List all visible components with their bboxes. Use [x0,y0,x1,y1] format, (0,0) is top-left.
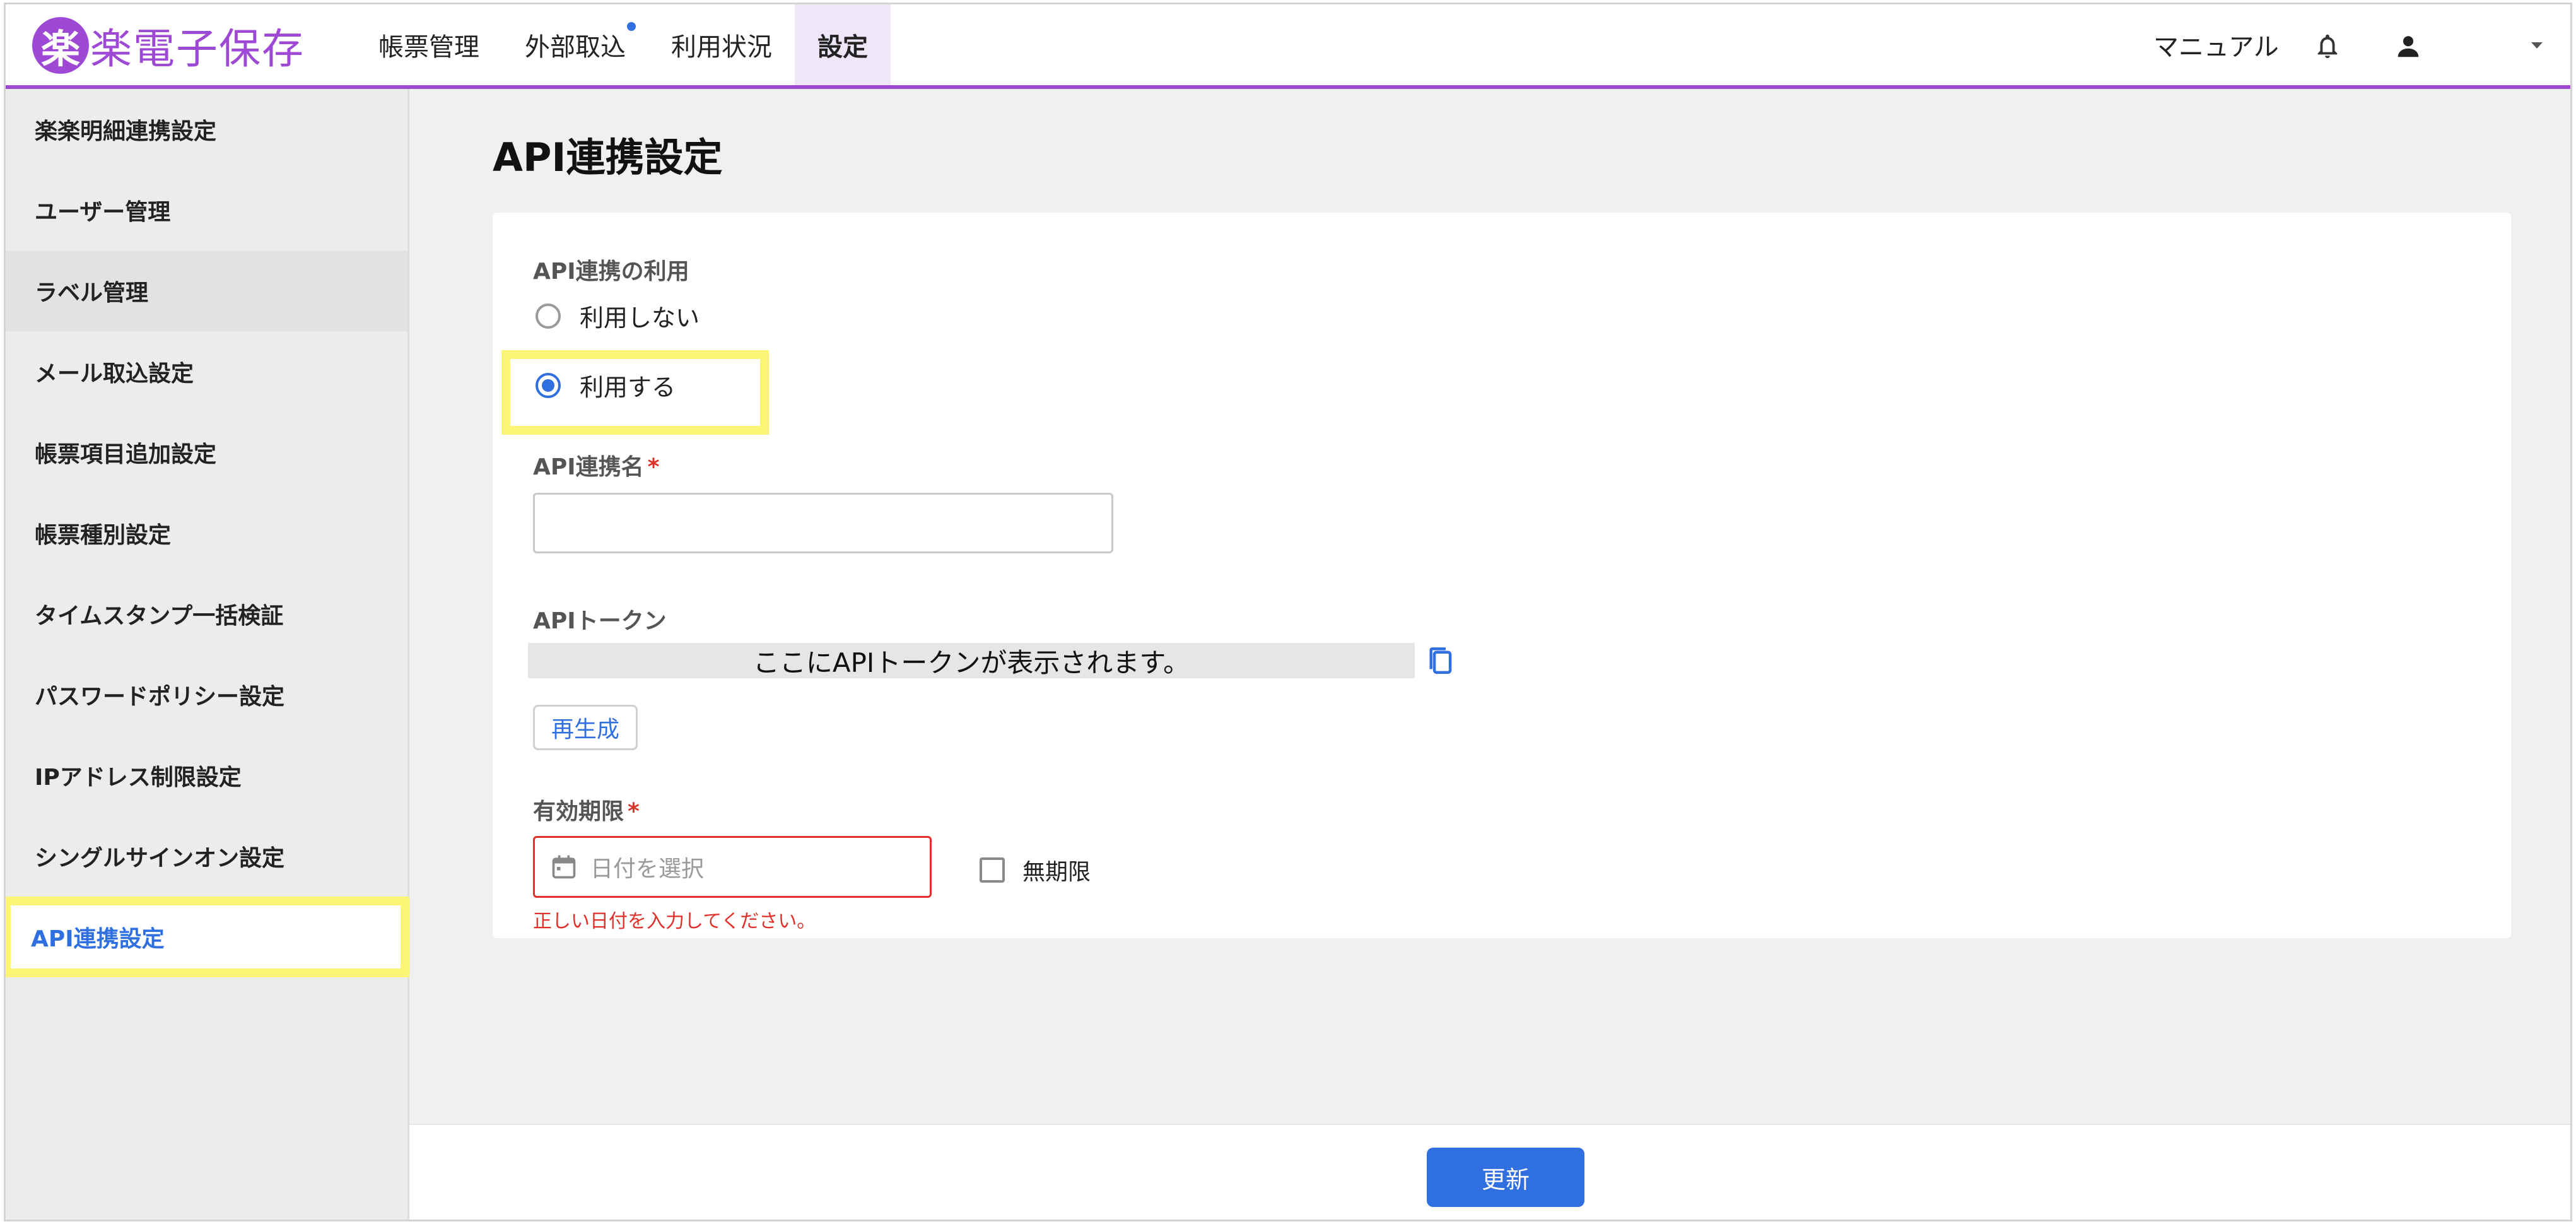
nav-label: 利用状況 [671,33,772,62]
sidebar-item-label: 帳票項目追加設定 [35,442,217,468]
regenerate-button[interactable]: 再生成 [533,705,638,750]
sidebar-item-label: API連携設定 [31,926,165,952]
main-content: API連携設定 API連携の利用 利用しない 利用する API連携名 * APIト… [409,89,2570,1124]
radio-not-use[interactable] [536,303,561,329]
no-limit-checkbox[interactable] [980,857,1005,883]
api-token-display: ここにAPIトークンが表示されます。 [528,643,1415,678]
radio-option-use[interactable]: 利用する [536,368,676,403]
sidebar-item-mail-import[interactable]: メール取込設定 [6,331,407,412]
sidebar-item-sso[interactable]: シングルサインオン設定 [6,816,407,897]
expiry-date-input[interactable]: 日付を選択 [533,836,932,898]
sidebar-item-label: IPアドレス制限設定 [35,765,242,791]
sidebar-item-label: 帳票種別設定 [35,522,172,548]
sidebar-item-password-policy[interactable]: パスワードポリシー設定 [6,654,407,735]
nav-item-usage[interactable]: 利用状況 [648,4,795,85]
sidebar-item-label: ラベル管理 [35,280,149,306]
sidebar-item-label: 楽楽明細連携設定 [35,119,217,144]
nav-label: 設定 [817,33,868,62]
sidebar-item-document-types[interactable]: 帳票種別設定 [6,493,407,574]
sidebar-item-label: パスワードポリシー設定 [35,684,285,710]
sidebar-item-document-fields[interactable]: 帳票項目追加設定 [6,412,407,493]
footer-bar: 更新 [409,1124,2570,1220]
nav-item-documents[interactable]: 帳票管理 [356,4,502,85]
sidebar-item-user-management[interactable]: ユーザー管理 [6,170,407,250]
manual-link[interactable]: マニュアル [2153,4,2279,85]
radio-label: 利用しない [580,304,700,332]
api-name-label: API連携名 * [533,449,659,481]
nav-label: 外部取込 [525,33,626,62]
expiry-placeholder: 日付を選択 [590,856,705,882]
no-limit-label: 無期限 [1022,859,1091,885]
expiry-label: 有効期限 * [533,793,640,826]
required-mark: * [647,454,660,480]
nav-label: 帳票管理 [378,33,479,62]
sidebar-item-label: ユーザー管理 [35,199,171,225]
app-logo[interactable]: 楽 楽電子保存 [32,16,305,75]
sidebar-item-label: シングルサインオン設定 [35,845,285,871]
main-nav: 帳票管理 外部取込 利用状況 設定 [356,4,891,85]
api-token-label: APIトークン [533,608,667,634]
page-title: API連携設定 [493,134,723,180]
radio-option-not-use[interactable]: 利用しない [536,298,700,333]
top-header: 楽 楽電子保存 帳票管理 外部取込 利用状況 設定 マニュアル [6,4,2570,89]
sidebar-item-api-settings[interactable]: API連携設定 [6,897,409,977]
sidebar-item-label: メール取込設定 [35,361,194,387]
api-name-input[interactable] [533,493,1113,553]
no-limit-option[interactable]: 無期限 [980,854,1091,886]
nav-item-settings[interactable]: 設定 [795,4,891,85]
nav-item-external-import[interactable]: 外部取込 [502,4,648,85]
radio-label: 利用する [580,374,676,401]
sidebar-item-label: タイムスタンプ一括検証 [35,603,284,629]
sidebar-item-label-management[interactable]: ラベル管理 [6,250,407,331]
api-usage-label: API連携の利用 [533,259,689,285]
copy-icon[interactable] [1426,645,1454,677]
caret-down-icon[interactable] [2530,41,2544,50]
api-token-placeholder: ここにAPIトークンが表示されます。 [752,647,1190,678]
update-button[interactable]: 更新 [1427,1148,1584,1207]
notification-dot [627,22,636,31]
calendar-icon [552,855,576,879]
settings-card: API連携の利用 利用しない 利用する API連携名 * APIトークン ここにA… [493,213,2511,938]
sidebar-item-ip-restriction[interactable]: IPアドレス制限設定 [6,735,407,816]
expiry-label-text: 有効期限 [533,799,624,825]
api-name-label-text: API連携名 [533,454,644,480]
bell-icon[interactable] [2313,32,2342,61]
sidebar-item-timestamp-verify[interactable]: タイムスタンプ一括検証 [6,574,407,654]
radio-use[interactable] [536,372,561,398]
logo-text: 楽電子保存 [90,25,305,73]
logo-mark: 楽 [32,17,89,74]
required-mark: * [628,799,640,825]
app-window: 楽 楽電子保存 帳票管理 外部取込 利用状況 設定 マニュアル 楽楽明細連携設定… [4,3,2572,1221]
settings-sidebar: 楽楽明細連携設定 ユーザー管理 ラベル管理 メール取込設定 帳票項目追加設定 帳… [6,89,409,1220]
expiry-error-message: 正しい日付を入力してください。 [533,910,816,933]
user-icon[interactable] [2394,32,2423,61]
sidebar-item-rakuraku-meisai[interactable]: 楽楽明細連携設定 [6,89,407,170]
